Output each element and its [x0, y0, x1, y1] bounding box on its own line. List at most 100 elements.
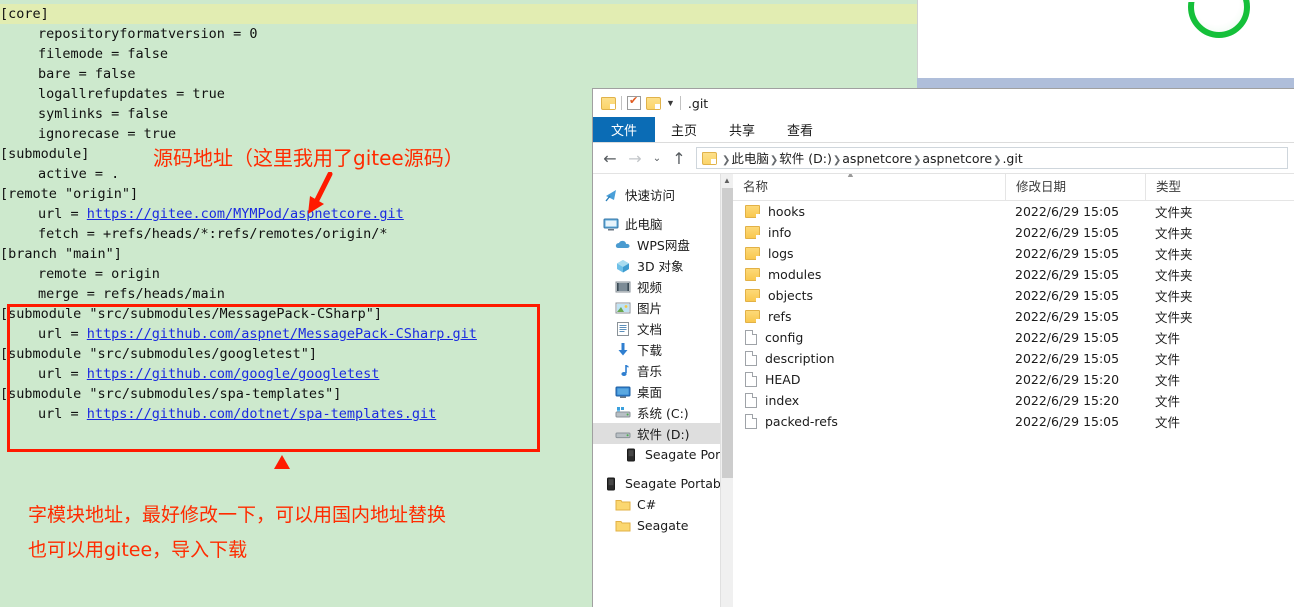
sidebar-item-视频[interactable]: 视频	[593, 276, 733, 297]
sidebar-item-快速访问[interactable]: 快速访问	[593, 184, 733, 205]
sidebar-item-label: 下载	[637, 343, 663, 358]
code-text: bare = false	[38, 66, 136, 82]
column-header-name[interactable]: 名称	[733, 174, 1005, 200]
sidebar-item-音乐[interactable]: 音乐	[593, 360, 733, 381]
back-button[interactable]: ←	[599, 147, 621, 169]
desktop-icon	[615, 384, 631, 400]
code-url-link[interactable]: https://github.com/aspnet/MessagePack-CS…	[87, 326, 477, 342]
recent-locations-button[interactable]: ⌄	[649, 147, 665, 169]
address-field[interactable]: ❯此电脑❯软件 (D:)❯aspnetcore❯aspnetcore❯.git	[696, 147, 1288, 169]
sidebar-item-C#[interactable]: C#	[593, 494, 733, 515]
file-date-cell: 2022/6/29 15:05	[1015, 351, 1120, 366]
navigation-scrollbar[interactable]: ▲	[720, 174, 733, 607]
file-icon	[745, 330, 757, 345]
code-text: symlinks = false	[38, 106, 169, 122]
folder-icon	[615, 518, 631, 534]
sidebar-item-下载[interactable]: 下载	[593, 339, 733, 360]
file-list: hooks 2022/6/29 15:05 文件夹 info 2022/6/29 15:…	[733, 201, 1294, 432]
up-button[interactable]: ↑	[668, 147, 690, 169]
table-row[interactable]: config 2022/6/29 15:05 文件	[733, 327, 1294, 348]
file-list-pane[interactable]: 名称 修改日期 类型 ▲ hooks 2022/6/29 15:05 文件夹 info…	[733, 174, 1294, 607]
sidebar-item-图片[interactable]: 图片	[593, 297, 733, 318]
sidebar-item-label: WPS网盘	[637, 238, 690, 253]
code-text: fetch = +refs/heads/*:refs/remotes/origi…	[38, 226, 388, 242]
sidebar-item-此电脑[interactable]: 此电脑	[593, 213, 733, 234]
folder-icon[interactable]	[601, 96, 616, 110]
column-headers: 名称 修改日期 类型 ▲	[733, 174, 1294, 201]
code-line: [branch "main"]	[0, 244, 122, 264]
scrollbar-thumb[interactable]	[722, 188, 733, 478]
file-date-cell: 2022/6/29 15:05	[1015, 288, 1120, 303]
breadcrumb-item[interactable]: aspnetcore	[842, 151, 912, 166]
code-line: logallrefupdates = true	[0, 84, 225, 104]
table-row[interactable]: description 2022/6/29 15:05 文件	[733, 348, 1294, 369]
ribbon-tab-查看[interactable]: 查看	[771, 117, 829, 142]
explorer-ribbon-tabs: 文件 主页 共享 查看	[593, 117, 1294, 143]
code-text: filemode = false	[38, 46, 169, 62]
table-row[interactable]: hooks 2022/6/29 15:05 文件夹	[733, 201, 1294, 222]
ribbon-tab-主页[interactable]: 主页	[655, 117, 713, 142]
file-name-label: hooks	[768, 204, 805, 219]
table-row[interactable]: refs 2022/6/29 15:05 文件夹	[733, 306, 1294, 327]
file-date-cell: 2022/6/29 15:05	[1015, 204, 1120, 219]
code-url-link[interactable]: https://github.com/dotnet/spa-templates.…	[87, 406, 437, 422]
forward-button[interactable]: →	[624, 147, 646, 169]
file-explorer-window[interactable]: ▼ .git 文件主页共享查看 ← → ⌄ ↑ ❯此电脑❯软件 (D:)❯asp…	[592, 88, 1294, 607]
downloads-icon	[615, 342, 631, 358]
sidebar-item-Seagate Portabl[interactable]: Seagate Portabl	[593, 444, 733, 465]
sidebar-item-文档[interactable]: 文档	[593, 318, 733, 339]
file-type-cell: 文件夹	[1155, 226, 1193, 241]
file-date-cell: 2022/6/29 15:20	[1015, 372, 1120, 387]
file-name-cell: modules	[733, 267, 1005, 282]
folder-icon	[745, 268, 760, 281]
table-row[interactable]: objects 2022/6/29 15:05 文件夹	[733, 285, 1294, 306]
sidebar-item-WPS网盘[interactable]: WPS网盘	[593, 234, 733, 255]
table-row[interactable]: modules 2022/6/29 15:05 文件夹	[733, 264, 1294, 285]
sidebar-item-软件 (D:)[interactable]: 软件 (D:)	[593, 423, 733, 444]
sidebar-item-label: 系统 (C:)	[637, 406, 689, 421]
new-folder-icon[interactable]	[646, 96, 661, 110]
breadcrumb-item[interactable]: 此电脑	[731, 151, 769, 166]
drive-icon	[615, 426, 631, 442]
green-ring-mask	[1186, 0, 1216, 2]
sidebar-item-桌面[interactable]: 桌面	[593, 381, 733, 402]
file-type-cell: 文件夹	[1155, 247, 1193, 262]
ribbon-tab-共享[interactable]: 共享	[713, 117, 771, 142]
table-row[interactable]: info 2022/6/29 15:05 文件夹	[733, 222, 1294, 243]
table-row[interactable]: packed-refs 2022/6/29 15:05 文件	[733, 411, 1294, 432]
sidebar-item-Seagate Portabl[interactable]: Seagate Portabl	[593, 473, 733, 494]
chevron-down-icon[interactable]: ▼	[666, 98, 675, 108]
annotation-submodule-note-line2: 也可以用gitee，导入下载	[28, 539, 248, 561]
navigation-pane[interactable]: 快速访问此电脑 WPS网盘 3D 对象视频图片文档下载音乐 桌面系统 (C:) 软件 (…	[593, 174, 733, 607]
column-header-type[interactable]: 类型	[1145, 174, 1265, 200]
sidebar-item-label: 视频	[637, 280, 663, 295]
table-row[interactable]: logs 2022/6/29 15:05 文件夹	[733, 243, 1294, 264]
breadcrumb-item[interactable]: .git	[1002, 151, 1022, 166]
code-line: [submodule "src/submodules/MessagePack-C…	[0, 304, 382, 324]
scroll-up-icon[interactable]: ▲	[721, 174, 733, 187]
code-text: [submodule "src/submodules/MessagePack-C…	[0, 306, 383, 322]
folder-icon	[745, 310, 760, 323]
table-row[interactable]: HEAD 2022/6/29 15:20 文件	[733, 369, 1294, 390]
ribbon-tab-file[interactable]: 文件	[593, 117, 656, 142]
sidebar-item-label: 文档	[637, 322, 663, 337]
breadcrumb-item[interactable]: 软件 (D:)	[779, 151, 832, 166]
code-text: [submodule "src/submodules/spa-templates…	[0, 386, 342, 402]
folder-icon	[745, 289, 760, 302]
sidebar-item-3D 对象[interactable]: 3D 对象	[593, 255, 733, 276]
code-url-link[interactable]: https://gitee.com/MYMPod/aspnetcore.git	[87, 206, 404, 222]
folder-icon	[745, 226, 760, 239]
code-url-link[interactable]: https://github.com/google/googletest	[87, 366, 380, 382]
code-line: url = https://gitee.com/MYMPod/aspnetcor…	[0, 204, 404, 224]
table-row[interactable]: index 2022/6/29 15:20 文件	[733, 390, 1294, 411]
breadcrumb-item[interactable]: aspnetcore	[922, 151, 992, 166]
column-header-date[interactable]: 修改日期	[1005, 174, 1145, 200]
explorer-address-bar: ← → ⌄ ↑ ❯此电脑❯软件 (D:)❯aspnetcore❯aspnetco…	[593, 143, 1294, 173]
file-name-cell: logs	[733, 246, 1005, 261]
code-text: [branch "main"]	[0, 246, 122, 262]
music-icon	[615, 363, 631, 379]
sidebar-item-Seagate[interactable]: Seagate	[593, 515, 733, 536]
properties-icon[interactable]	[627, 94, 641, 110]
sidebar-item-系统 (C:)[interactable]: 系统 (C:)	[593, 402, 733, 423]
